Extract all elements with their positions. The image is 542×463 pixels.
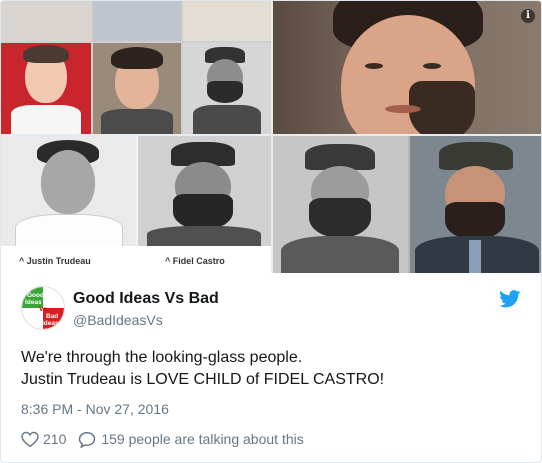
heart-icon bbox=[21, 431, 39, 447]
avatar-text-vs: Vs bbox=[39, 306, 47, 313]
caption-left: ^ Justin Trudeau bbox=[19, 256, 91, 266]
caption-right: ^ Fidel Castro bbox=[165, 256, 225, 266]
conversation-count: 159 people are talking about this bbox=[101, 431, 304, 447]
user-handle[interactable]: @BadIdeasVs bbox=[73, 312, 163, 328]
tweet-author[interactable]: Good Ideas Vs Bad Ideas Good Ideas Vs Ba… bbox=[21, 284, 531, 336]
like-count: 210 bbox=[43, 431, 67, 447]
tweet-actions: 210 159 people are talking about this bbox=[21, 429, 304, 449]
display-name[interactable]: Good Ideas Vs Bad bbox=[73, 290, 219, 308]
tweet-text-line-1: We're through the looking-glass people. bbox=[21, 349, 303, 366]
avatar[interactable]: Good Ideas Vs Bad Ideas bbox=[21, 286, 65, 330]
avatar-text-good: Good bbox=[27, 292, 44, 299]
avatar-text-ideas: Ideas bbox=[25, 299, 42, 306]
composite-face-photo bbox=[273, 1, 541, 134]
tweet-timestamp[interactable]: 8:36 PM - Nov 27, 2016 bbox=[21, 401, 169, 417]
tweet-text: We're through the looking-glass people. … bbox=[21, 347, 521, 391]
reply-button[interactable]: 159 people are talking about this bbox=[78, 431, 304, 448]
twitter-bird-icon[interactable] bbox=[499, 290, 521, 308]
info-icon[interactable]: i bbox=[521, 9, 535, 23]
collage-photo bbox=[1, 1, 271, 134]
avatar-text-bad: Bad bbox=[46, 313, 58, 320]
like-button[interactable]: 210 bbox=[21, 431, 78, 447]
speech-bubble-icon bbox=[79, 431, 96, 448]
media-image-grid[interactable]: ^ Justin Trudeau ^ Fidel Castro i bbox=[1, 1, 541, 273]
side-by-side-photo: ^ Justin Trudeau ^ Fidel Castro bbox=[1, 136, 271, 273]
morphed-portraits-photo bbox=[273, 136, 541, 273]
avatar-text-ideas-2: Ideas bbox=[42, 320, 59, 327]
tweet-text-line-2: Justin Trudeau is LOVE CHILD of FIDEL CA… bbox=[21, 371, 385, 388]
tweet-embed-card[interactable]: ^ Justin Trudeau ^ Fidel Castro i Good I… bbox=[0, 0, 542, 463]
